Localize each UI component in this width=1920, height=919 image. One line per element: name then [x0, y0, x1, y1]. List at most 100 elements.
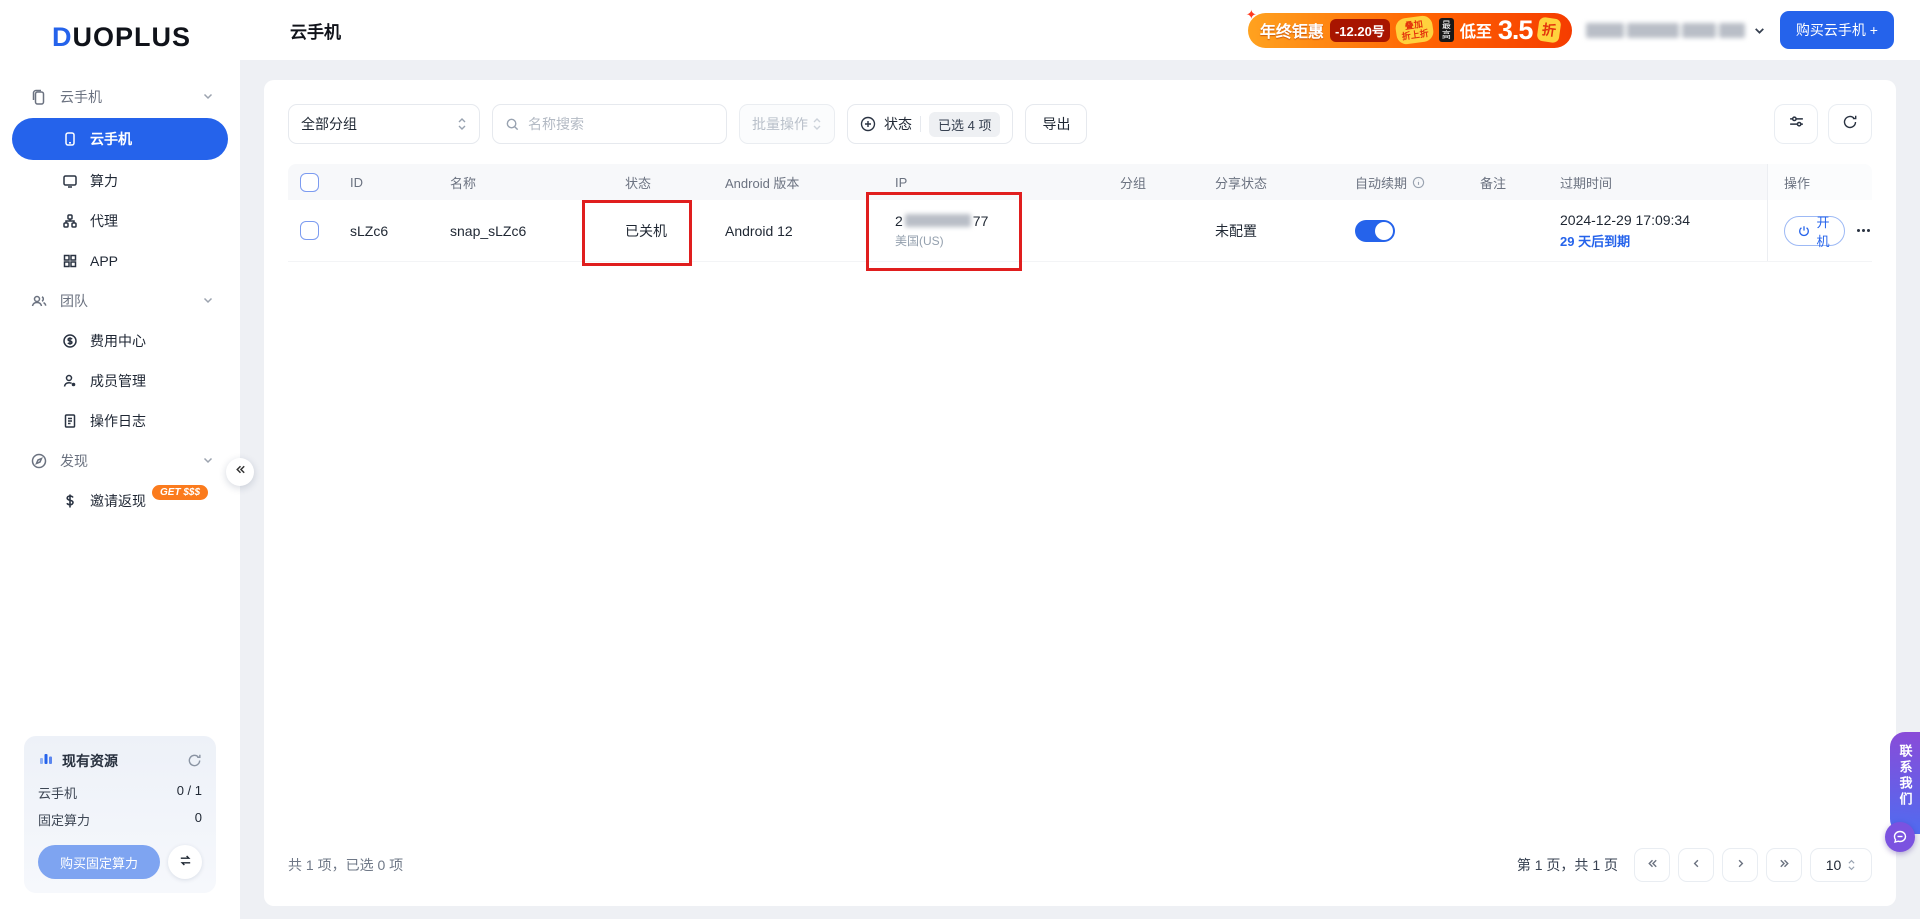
brand-logo: DUOPLUS [0, 0, 240, 59]
sidebar-item-label: 代理 [90, 211, 118, 231]
bar-chart-icon [38, 750, 54, 771]
more-actions-button[interactable] [1855, 223, 1872, 238]
sidebar-item-compute[interactable]: 算力 [0, 161, 240, 201]
sidebar-item-referral[interactable]: 邀请返现 GET $$$ [0, 481, 240, 521]
toolbar: 全部分组 批量操作 状态 [288, 104, 1872, 144]
resource-label: 云手机 [38, 783, 77, 802]
search-input[interactable] [528, 116, 698, 132]
selection-summary: 共 1 项，已选 0 项 [288, 855, 403, 875]
next-page-button[interactable] [1722, 848, 1758, 882]
resource-value: 0 [195, 810, 202, 829]
header-expire-time: 过期时间 [1552, 164, 1767, 200]
promo-headline: 年终钜惠 [1260, 18, 1324, 42]
brand-logo-rest: UOPLUS [73, 22, 192, 53]
sidebar-group-label: 团队 [60, 291, 88, 311]
header-group: 分组 [1112, 164, 1207, 200]
batch-action-value: 批量操作 [752, 114, 808, 134]
group-filter-select[interactable]: 全部分组 [288, 104, 480, 144]
refresh-list-button[interactable] [1828, 104, 1872, 144]
promo-discount-number: 3.5 [1498, 17, 1533, 44]
double-chevron-right-icon [1778, 857, 1791, 873]
chevron-down-icon [202, 89, 214, 105]
search-box[interactable] [492, 104, 727, 144]
sidebar-item-app[interactable]: APP [0, 241, 240, 281]
cell-id: sLZc6 [342, 200, 442, 261]
last-page-button[interactable] [1766, 848, 1802, 882]
app-root: DUOPLUS 云手机 云手机 [0, 0, 1920, 919]
promo-low-label: 低至 [1460, 18, 1492, 42]
cell-remark [1472, 200, 1552, 261]
header-ip: IP [887, 164, 1112, 200]
account-menu[interactable] [1586, 23, 1766, 38]
header-auto-renew-label: 自动续期 [1355, 173, 1407, 192]
double-chevron-left-icon [1646, 857, 1659, 873]
cell-actions: 开机 [1767, 200, 1872, 261]
promo-date-badge: -12.20号 [1330, 19, 1390, 42]
sidebar-nav: 云手机 云手机 算力 代理 [0, 77, 240, 521]
sidebar-collapse-button[interactable] [226, 458, 254, 486]
cell-android-version: Android 12 [717, 200, 887, 261]
ip-prefix: 2 [895, 213, 903, 229]
brand-logo-first: D [52, 22, 73, 53]
cloud-phone-icon [30, 88, 48, 106]
row-checkbox[interactable] [300, 221, 319, 240]
chat-button[interactable] [1885, 822, 1915, 852]
phone-icon [62, 131, 78, 147]
sidebar-item-label: 算力 [90, 171, 118, 191]
status-filter-button[interactable]: 状态 已选 4 项 [847, 104, 1013, 144]
table-footer: 共 1 项，已选 0 项 第 1 页，共 1 页 [288, 848, 1872, 882]
header-auto-renew: 自动续期 [1347, 164, 1472, 200]
sidebar-group-discover[interactable]: 发现 [0, 441, 240, 481]
power-icon [1798, 225, 1810, 237]
batch-action-select[interactable]: 批量操作 [739, 104, 835, 144]
page-info: 第 1 页，共 1 页 [1517, 855, 1618, 875]
page-title: 云手机 [290, 18, 341, 43]
select-all-checkbox[interactable] [300, 173, 319, 192]
network-icon [62, 213, 78, 229]
sidebar-item-cloud-phone[interactable]: 云手机 [12, 118, 228, 160]
referral-badge: GET $$$ [152, 485, 208, 500]
refresh-icon[interactable] [187, 753, 202, 768]
sidebar-item-members[interactable]: 成员管理 [0, 361, 240, 401]
sidebar-group-cloud-phone[interactable]: 云手机 [0, 77, 240, 117]
column-settings-button[interactable] [1774, 104, 1818, 144]
first-page-button[interactable] [1634, 848, 1670, 882]
select-caret-icon [457, 116, 467, 132]
cell-status: 已关机 [617, 200, 717, 261]
auto-renew-toggle[interactable] [1355, 220, 1395, 242]
page-size-select[interactable]: 10 [1810, 848, 1872, 882]
sidebar-group-team[interactable]: 团队 [0, 281, 240, 321]
chevron-left-icon [1690, 857, 1703, 873]
power-on-button[interactable]: 开机 [1784, 216, 1845, 246]
buy-cloud-phone-button[interactable]: 购买云手机 + [1780, 11, 1894, 49]
account-name-redacted [1586, 23, 1745, 38]
sidebar-item-billing[interactable]: 费用中心 [0, 321, 240, 361]
sidebar-item-label: 操作日志 [90, 411, 146, 431]
promo-banner[interactable]: ✦ 年终钜惠 -12.20号 叠加 折上折 最高 低至 3.5 折 [1248, 13, 1572, 48]
info-icon[interactable] [1412, 176, 1425, 189]
sidebar-item-logs[interactable]: 操作日志 [0, 401, 240, 441]
cell-share-status: 未配置 [1207, 200, 1347, 261]
compass-icon [30, 452, 48, 470]
page-size-value: 10 [1826, 857, 1842, 873]
sliders-icon [1788, 113, 1805, 135]
resource-card-title: 现有资源 [62, 751, 118, 771]
select-caret-icon [812, 116, 822, 132]
sidebar-item-label: 费用中心 [90, 331, 146, 351]
dollar-icon [62, 493, 78, 509]
prev-page-button[interactable] [1678, 848, 1714, 882]
refresh-icon [1842, 114, 1858, 135]
sidebar-item-proxy[interactable]: 代理 [0, 201, 240, 241]
contact-us-tab[interactable]: 联系我们 [1890, 732, 1920, 834]
resource-card: 现有资源 云手机 0 / 1 固定算力 0 购买固定算力 [24, 736, 216, 893]
header-status: 状态 [617, 164, 717, 200]
swap-button[interactable] [168, 845, 202, 879]
resource-row-cloud-phone: 云手机 0 / 1 [38, 783, 202, 802]
double-chevron-left-icon [234, 463, 247, 481]
buy-fixed-compute-button[interactable]: 购买固定算力 [38, 845, 160, 879]
dollar-circle-icon [62, 333, 78, 349]
ip-region: 美国(US) [895, 232, 944, 249]
chat-bubble-icon [1892, 829, 1908, 845]
chevron-down-icon [202, 453, 214, 469]
export-button[interactable]: 导出 [1025, 104, 1087, 144]
